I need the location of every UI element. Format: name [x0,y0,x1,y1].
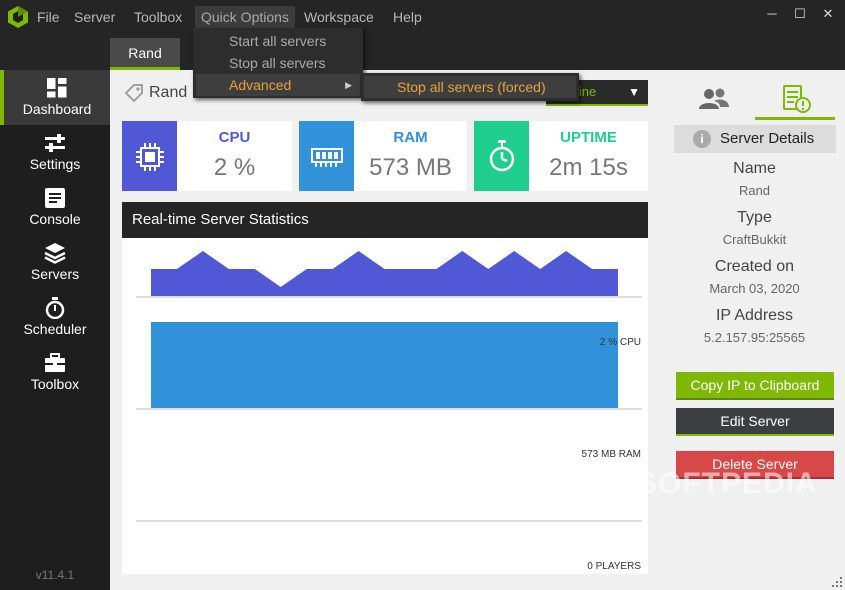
sidebar-item-settings[interactable]: Settings [0,125,110,180]
sidebar-item-label: Servers [30,266,80,282]
layers-icon [44,243,66,264]
detail-value-type: CraftBukkit [722,232,787,247]
stopwatch-icon [45,297,65,319]
sidebar-item-label: Dashboard [22,101,92,117]
sidebar-item-console[interactable]: Console [0,180,110,235]
app-version: v11.4.1 [35,568,75,582]
menu-file[interactable]: File [31,6,66,28]
chevron-right-icon: ▶ [345,80,352,90]
cpu-area-series [151,251,618,296]
tab-rand[interactable]: Rand [110,38,180,70]
detail-label-created: Created on [714,258,795,275]
server-details-header: i Server Details [674,125,836,153]
sidebar: Dashboard Settings Console Servers Sched… [0,70,110,590]
stats-title: Real-time Server Statistics [122,202,648,238]
edit-server-button[interactable]: Edit Server [676,408,834,436]
ram-chart-label: 573 MB RAM [581,449,641,460]
menu-server[interactable]: Server [68,6,121,28]
close-button[interactable]: ✕ [817,3,839,25]
sidebar-item-label: Scheduler [23,321,87,337]
sidebar-item-label: Settings [29,156,81,172]
cpu-card: CPU 2 % [122,121,292,191]
watermark: SOFTPEDIA [637,467,818,500]
ram-title: RAM [393,129,428,146]
toolbox-icon [45,353,65,372]
ram-icon-box [299,121,354,191]
stopwatch-icon [489,140,515,172]
detail-value-ip: 5.2.157.95:25565 [703,330,806,345]
server-info-icon [783,85,811,113]
dashboard-icon [47,78,67,98]
menu-item-stop-all-forced[interactable]: Stop all servers (forced) [364,76,576,98]
detail-label-ip: IP Address [715,307,794,324]
ram-value: 573 MB [369,154,452,181]
menu-quick-options[interactable]: Quick Options [195,6,295,28]
ram-area-series [151,322,618,408]
uptime-title: UPTIME [560,129,617,146]
server-name-label: Rand [124,84,187,103]
detail-value-name: Rand [738,183,771,198]
quick-options-menu: Start all servers Stop all servers Advan… [193,28,363,98]
ram-card: RAM 573 MB [299,121,467,191]
app-logo-icon [8,6,28,28]
sliders-icon [45,134,65,152]
menu-workspace[interactable]: Workspace [298,6,380,28]
maximize-button[interactable]: ☐ [789,3,811,25]
sidebar-item-dashboard[interactable]: Dashboard [0,70,110,125]
info-icon: i [693,130,711,148]
users-icon [699,88,729,109]
uptime-value: 2m 15s [549,154,628,181]
menu-item-stop-all[interactable]: Stop all servers [196,52,360,74]
realtime-stats-panel: Real-time Server Statistics 2 % CPU 573 … [122,202,648,574]
cpu-icon [136,143,164,171]
menu-toolbox[interactable]: Toolbox [128,6,188,28]
tab-players[interactable] [674,78,754,120]
cpu-value: 2 % [213,154,256,181]
server-details-panel: i Server Details Name Rand Type CraftBuk… [667,70,845,590]
stats-chart [136,251,642,522]
uptime-card: UPTIME 2m 15s [474,121,648,191]
players-chart-label: 0 PLAYERS [587,561,641,572]
tag-icon [124,84,143,103]
cpu-title: CPU [218,129,251,146]
sidebar-item-scheduler[interactable]: Scheduler [0,290,110,345]
detail-value-created: March 03, 2020 [709,281,800,296]
menu-item-advanced[interactable]: Advanced ▶ [196,74,360,96]
detail-label-name: Name [733,160,776,177]
menu-help[interactable]: Help [387,6,428,28]
menu-item-start-all[interactable]: Start all servers [196,30,360,52]
ram-icon [311,148,343,167]
menu-bar: File Server Toolbox Quick Options Worksp… [0,0,845,36]
sidebar-item-label: Toolbox [30,376,80,392]
copy-ip-button[interactable]: Copy IP to Clipboard [676,372,834,400]
detail-label-type: Type [737,209,772,226]
server-status-value: line [576,84,597,99]
cpu-icon-box [122,121,177,191]
cpu-chart-label: 2 % CPU [599,337,641,348]
sidebar-item-label: Console [29,211,81,227]
sidebar-item-toolbox[interactable]: Toolbox [0,345,110,400]
chevron-down-icon: ▼ [628,85,640,99]
console-icon [45,188,65,208]
uptime-icon-box [474,121,529,191]
sidebar-item-servers[interactable]: Servers [0,235,110,290]
resize-grip-icon[interactable] [831,576,843,588]
minimize-button[interactable]: ─ [761,3,783,25]
advanced-submenu: Stop all servers (forced) [361,73,579,101]
dashboard-main: Rand line ▼ CPU 2 % RAM 573 MB UPTIME 2m… [110,70,667,590]
tab-server-details[interactable] [755,78,835,120]
